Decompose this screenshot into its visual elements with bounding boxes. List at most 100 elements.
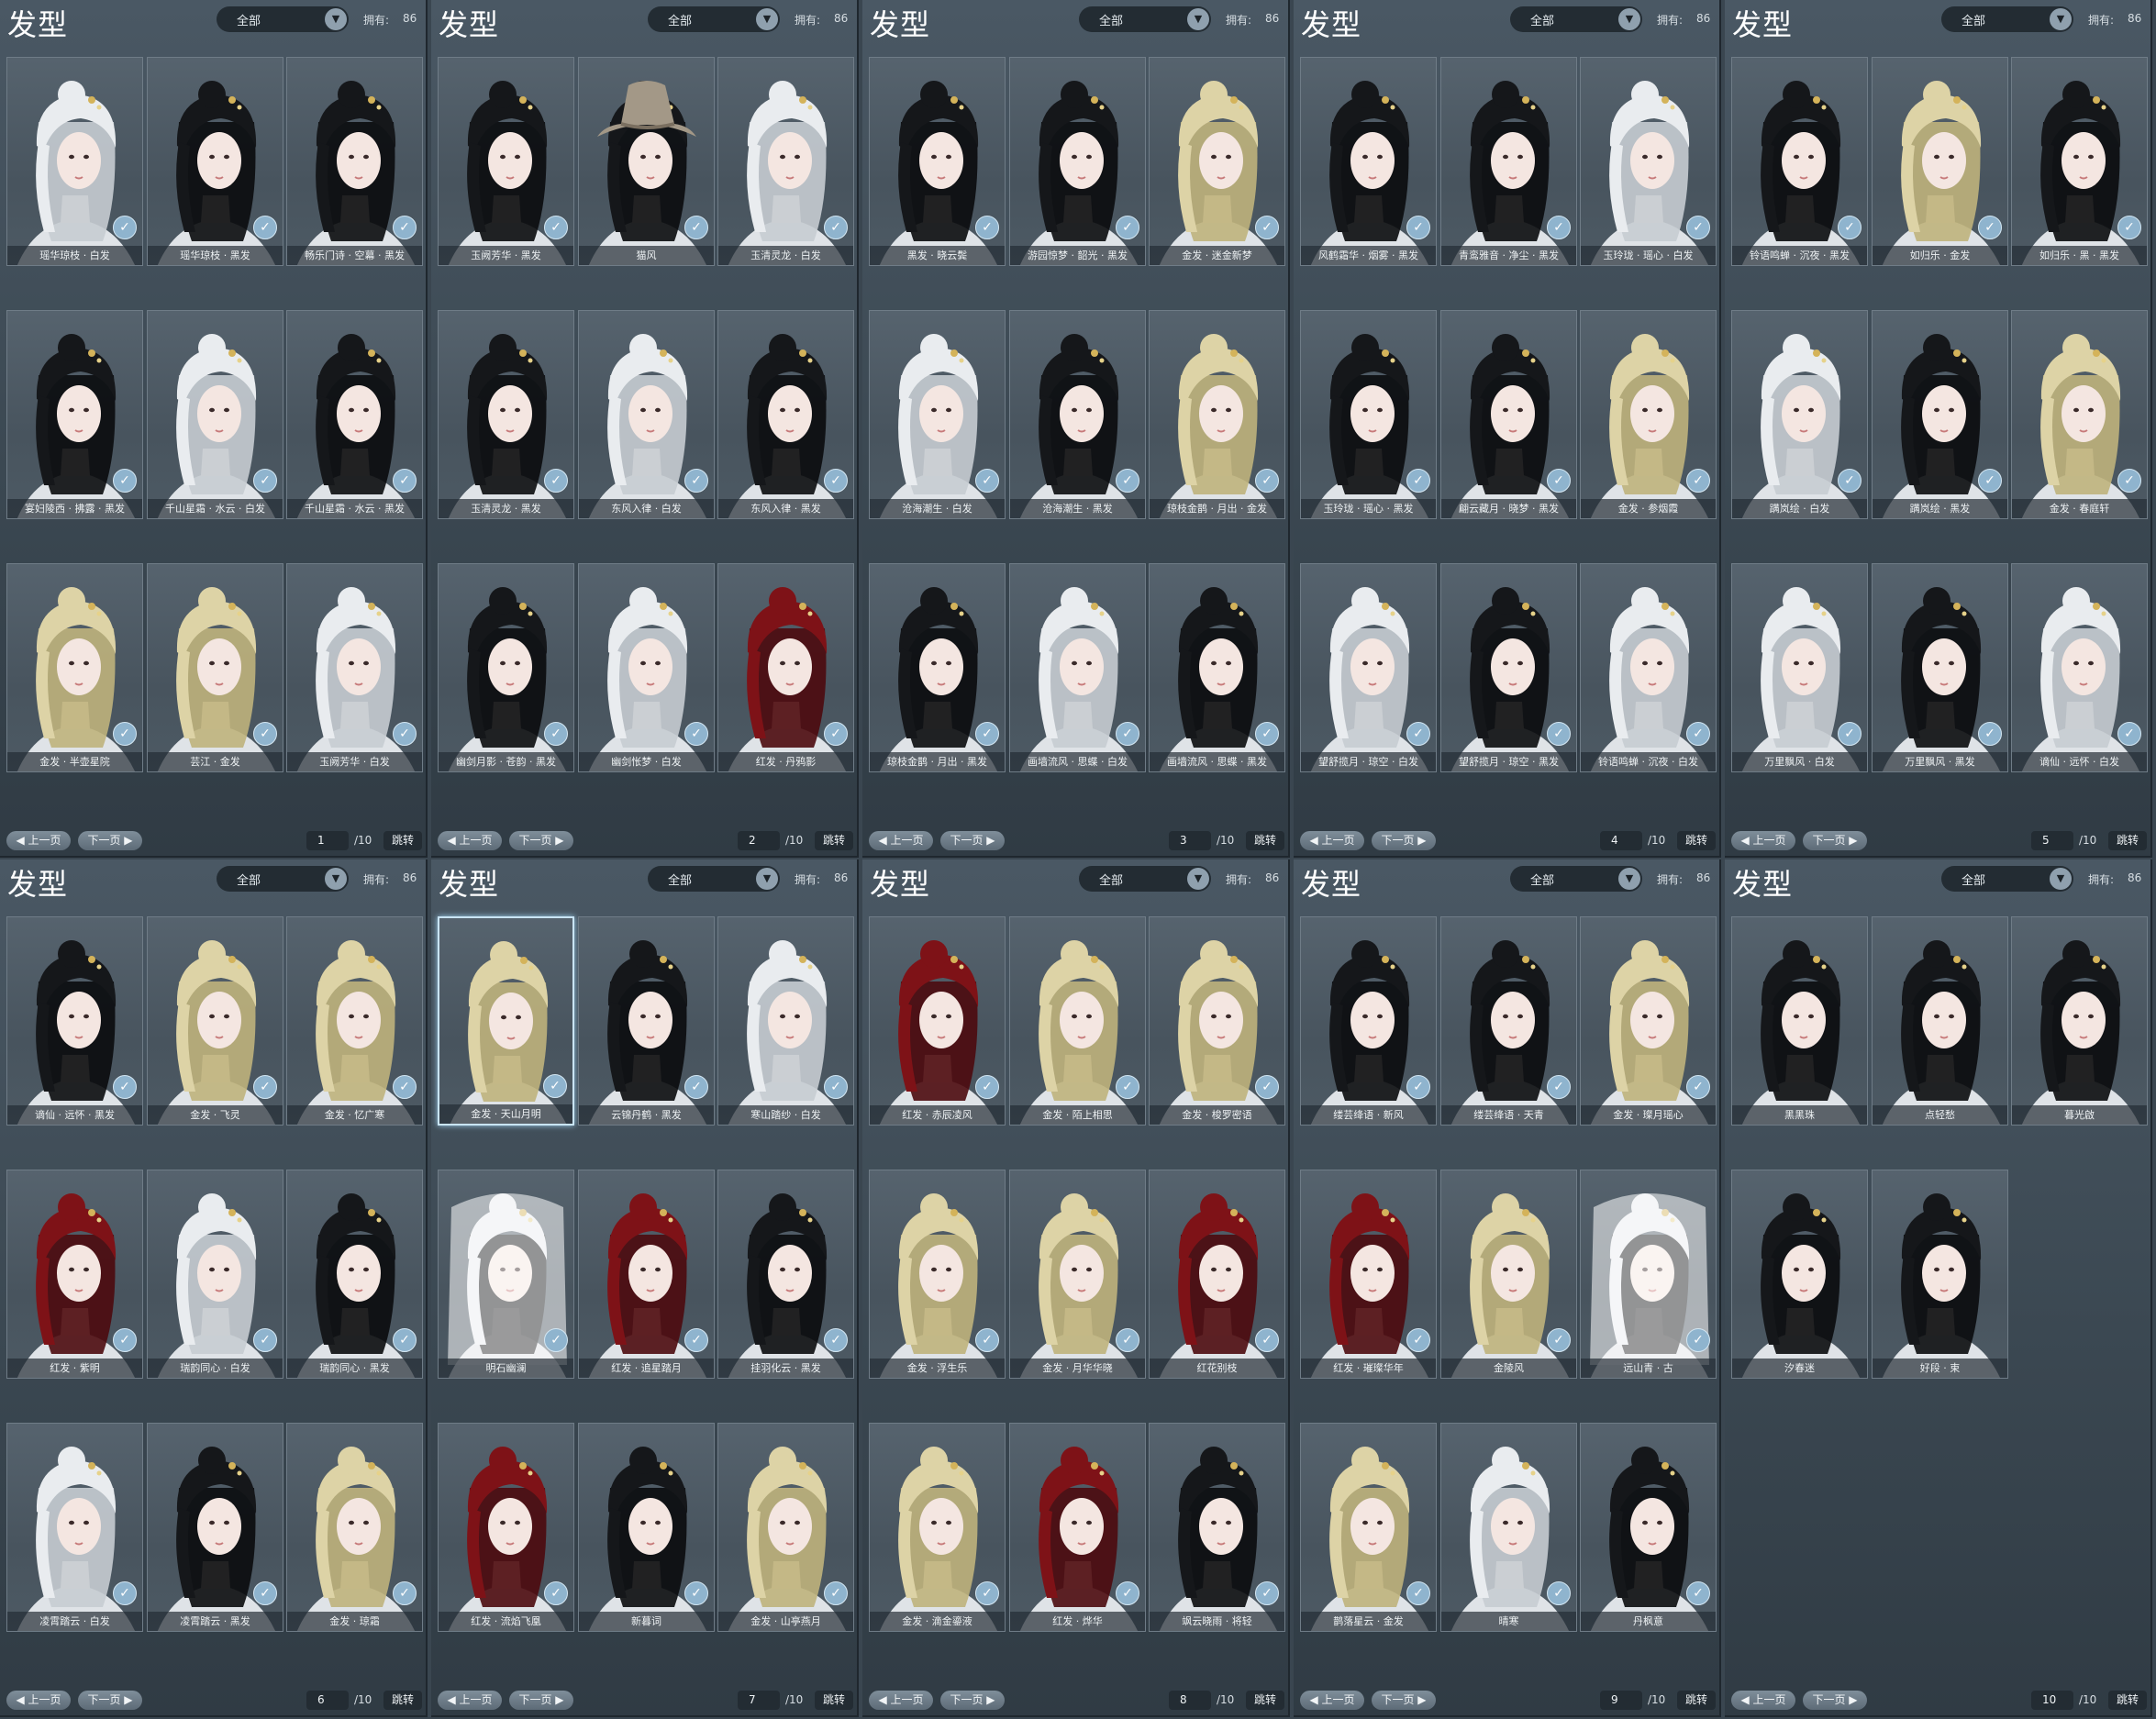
jump-button[interactable]: 跳转 [1246, 1691, 1284, 1710]
hairstyle-card[interactable]: ✓ 红发 · 赤辰凌风 [869, 916, 1006, 1126]
hairstyle-card[interactable]: ✓ 瑞韵同心 · 黑发 [286, 1170, 423, 1379]
filter-dropdown[interactable]: 全部 ▼ [1510, 866, 1642, 892]
next-page-button[interactable]: 下一页 ▶ [1803, 831, 1867, 850]
page-number-input[interactable]: 1 [306, 831, 349, 850]
page-number-input[interactable]: 5 [2031, 831, 2073, 850]
hairstyle-card[interactable]: ✓ 猫风 [578, 57, 715, 266]
hairstyle-card[interactable]: 点轻愁 [1872, 916, 2008, 1126]
jump-button[interactable]: 跳转 [815, 831, 853, 850]
filter-dropdown[interactable]: 全部 ▼ [648, 866, 780, 892]
hairstyle-card[interactable]: ✓ 东风入律 · 黑发 [717, 310, 854, 519]
next-page-button[interactable]: 下一页 ▶ [78, 831, 142, 850]
hairstyle-card[interactable]: ✓ 云锦丹鹤 · 黑发 [578, 916, 715, 1126]
hairstyle-card[interactable]: ✓ 玉清灵龙 · 黑发 [438, 310, 574, 519]
next-page-button[interactable]: 下一页 ▶ [1372, 831, 1436, 850]
next-page-button[interactable]: 下一页 ▶ [78, 1691, 142, 1710]
hairstyle-card[interactable]: ✓ 丹枫意 [1580, 1423, 1717, 1632]
hairstyle-card[interactable]: ✓ 凌霄踏云 · 白发 [6, 1423, 143, 1632]
filter-dropdown[interactable]: 全部 ▼ [1941, 866, 2073, 892]
hairstyle-card[interactable]: ✓ 瑶华琼枝 · 白发 [6, 57, 143, 266]
hairstyle-card[interactable]: ✓ 金发 · 天山月明 [438, 916, 574, 1126]
hairstyle-card[interactable]: ✓ 明石幽澜 [438, 1170, 574, 1379]
hairstyle-card[interactable]: ✓ 玉阙芳华 · 黑发 [438, 57, 574, 266]
filter-dropdown[interactable]: 全部 ▼ [1510, 6, 1642, 32]
hairstyle-card[interactable]: ✓ 金发 · 陌上相思 [1009, 916, 1146, 1126]
hairstyle-card[interactable]: ✓ 金发 · 迷金新梦 [1149, 57, 1285, 266]
hairstyle-card[interactable]: ✓ 玉阙芳华 · 白发 [286, 563, 423, 772]
jump-button[interactable]: 跳转 [383, 831, 422, 850]
jump-button[interactable]: 跳转 [1677, 1691, 1716, 1710]
hairstyle-card[interactable]: ✓ 金发 · 滴金鎏液 [869, 1423, 1006, 1632]
jump-button[interactable]: 跳转 [383, 1691, 422, 1710]
hairstyle-card[interactable]: ✓ 缕芸绛语 · 天青 [1440, 916, 1577, 1126]
hairstyle-card[interactable]: ✓ 宴妇陵西 · 拂露 · 黑发 [6, 310, 143, 519]
hairstyle-card[interactable]: ✓ 铃语鸣蝉 · 沉夜 · 白发 [1580, 563, 1717, 772]
hairstyle-card[interactable]: ✓ 红花别枝 [1149, 1170, 1285, 1379]
prev-page-button[interactable]: ◀ 上一页 [438, 831, 502, 850]
hairstyle-card[interactable]: ✓ 谪仙 · 远怀 · 白发 [2011, 563, 2148, 772]
next-page-button[interactable]: 下一页 ▶ [940, 1691, 1005, 1710]
prev-page-button[interactable]: ◀ 上一页 [1731, 1691, 1795, 1710]
hairstyle-card[interactable]: ✓ 缕芸绛语 · 新风 [1300, 916, 1437, 1126]
hairstyle-card[interactable]: ✓ 千山星霜 · 水云 · 黑发 [286, 310, 423, 519]
hairstyle-card[interactable]: ✓ 凌霄踏云 · 黑发 [147, 1423, 283, 1632]
hairstyle-card[interactable]: ✓ 玉清灵龙 · 白发 [717, 57, 854, 266]
hairstyle-card[interactable]: ✓ 金发 · 半壶星院 [6, 563, 143, 772]
prev-page-button[interactable]: ◀ 上一页 [869, 1691, 933, 1710]
hairstyle-card[interactable]: 汐春迷 [1731, 1170, 1868, 1379]
prev-page-button[interactable]: ◀ 上一页 [6, 831, 71, 850]
hairstyle-card[interactable]: ✓ 画墙流风 · 思蝶 · 白发 [1009, 563, 1146, 772]
hairstyle-card[interactable]: ✓ 沧海潮生 · 白发 [869, 310, 1006, 519]
hairstyle-card[interactable]: ✓ 金发 · 琼霜 [286, 1423, 423, 1632]
hairstyle-card[interactable]: ✓ 新暮词 [578, 1423, 715, 1632]
hairstyle-card[interactable]: 暮光啟 [2011, 916, 2148, 1126]
hairstyle-card[interactable]: ✓ 金发 · 璨月瑶心 [1580, 916, 1717, 1126]
hairstyle-card[interactable]: ✓ 千山星霜 · 水云 · 白发 [147, 310, 283, 519]
prev-page-button[interactable]: ◀ 上一页 [6, 1691, 71, 1710]
hairstyle-card[interactable]: ✓ 金发 · 浮生乐 [869, 1170, 1006, 1379]
hairstyle-card[interactable]: ✓ 金发 · 春庭轩 [2011, 310, 2148, 519]
hairstyle-card[interactable]: ✓ 黑发 · 晓云鬓 [869, 57, 1006, 266]
hairstyle-card[interactable]: ✓ 红发 · 璀璨华年 [1300, 1170, 1437, 1379]
page-number-input[interactable]: 8 [1169, 1691, 1211, 1710]
hairstyle-card[interactable]: ✓ 铃语鸣蝉 · 沉夜 · 黑发 [1731, 57, 1868, 266]
page-number-input[interactable]: 10 [2031, 1691, 2073, 1710]
next-page-button[interactable]: 下一页 ▶ [1372, 1691, 1436, 1710]
hairstyle-card[interactable]: ✓ 红发 · 烨华 [1009, 1423, 1146, 1632]
hairstyle-card[interactable]: ✓ 玉玲珑 · 瑶心 · 白发 [1580, 57, 1717, 266]
hairstyle-card[interactable]: ✓ 万里飘风 · 黑发 [1872, 563, 2008, 772]
hairstyle-card[interactable]: ✓ 幽剑月影 · 苍韵 · 黑发 [438, 563, 574, 772]
filter-dropdown[interactable]: 全部 ▼ [217, 866, 349, 892]
hairstyle-card[interactable]: ✓ 瑞韵同心 · 白发 [147, 1170, 283, 1379]
hairstyle-card[interactable]: ✓ 蹒岚绘 · 白发 [1731, 310, 1868, 519]
filter-dropdown[interactable]: 全部 ▼ [1079, 866, 1211, 892]
hairstyle-card[interactable]: 黑黑珠 [1731, 916, 1868, 1126]
prev-page-button[interactable]: ◀ 上一页 [1300, 831, 1364, 850]
hairstyle-card[interactable]: ✓ 红发 · 追星踏月 [578, 1170, 715, 1379]
page-number-input[interactable]: 2 [738, 831, 780, 850]
filter-dropdown[interactable]: 全部 ▼ [217, 6, 349, 32]
hairstyle-card[interactable]: ✓ 红发 · 流焰飞凰 [438, 1423, 574, 1632]
filter-dropdown[interactable]: 全部 ▼ [648, 6, 780, 32]
next-page-button[interactable]: 下一页 ▶ [509, 1691, 573, 1710]
hairstyle-card[interactable]: ✓ 风鹤霜华 · 烟雾 · 黑发 [1300, 57, 1437, 266]
prev-page-button[interactable]: ◀ 上一页 [869, 831, 933, 850]
hairstyle-card[interactable]: ✓ 红发 · 紫明 [6, 1170, 143, 1379]
hairstyle-card[interactable]: ✓ 如归乐 · 黑 · 黑发 [2011, 57, 2148, 266]
hairstyle-card[interactable]: ✓ 飒云晓雨 · 将轻 [1149, 1423, 1285, 1632]
page-number-input[interactable]: 6 [306, 1691, 349, 1710]
filter-dropdown[interactable]: 全部 ▼ [1941, 6, 2073, 32]
hairstyle-card[interactable]: ✓ 游园惊梦 · 韶光 · 黑发 [1009, 57, 1146, 266]
page-number-input[interactable]: 9 [1600, 1691, 1642, 1710]
hairstyle-card[interactable]: ✓ 金发 · 参烟霞 [1580, 310, 1717, 519]
hairstyle-card[interactable]: ✓ 沧海潮生 · 黑发 [1009, 310, 1146, 519]
hairstyle-card[interactable]: ✓ 东风入律 · 白发 [578, 310, 715, 519]
hairstyle-card[interactable]: ✓ 芸江 · 金发 [147, 563, 283, 772]
hairstyle-card[interactable]: ✓ 万里飘风 · 白发 [1731, 563, 1868, 772]
jump-button[interactable]: 跳转 [1246, 831, 1284, 850]
hairstyle-card[interactable]: ✓ 望舒揽月 · 琼空 · 白发 [1300, 563, 1437, 772]
hairstyle-card[interactable]: ✓ 翩云藏月 · 晓梦 · 黑发 [1440, 310, 1577, 519]
hairstyle-card[interactable]: ✓ 谪仙 · 远怀 · 黑发 [6, 916, 143, 1126]
hairstyle-card[interactable]: ✓ 如归乐 · 金发 [1872, 57, 2008, 266]
hairstyle-card[interactable]: ✓ 金发 · 飞灵 [147, 916, 283, 1126]
